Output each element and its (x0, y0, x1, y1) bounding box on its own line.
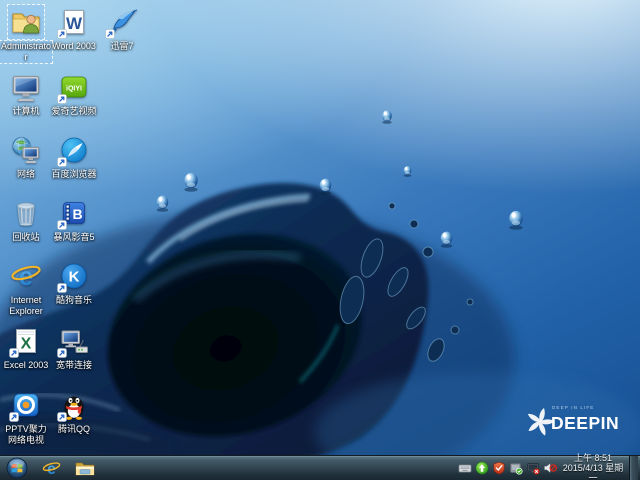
shortcut-arrow-icon (9, 348, 19, 358)
desktop-icon-baidu-browser[interactable]: 百度浏览器 (48, 133, 100, 180)
taskbar-clock[interactable]: 上午 8:51 2015/4/13 星期一 (560, 453, 626, 480)
volume-muted-icon[interactable] (543, 461, 557, 475)
desktop-icon-kugou[interactable]: K 酷狗音乐 (48, 259, 100, 306)
network-error-icon[interactable] (526, 461, 540, 475)
desktop-icon-label: 计算机 (12, 106, 40, 116)
shortcut-arrow-icon (57, 29, 67, 39)
windows-explorer-folder-icon (75, 462, 95, 475)
clock-time: 上午 8:51 (573, 453, 613, 463)
desktop-icon-pptv[interactable]: PPTV聚力 网络电视 (0, 388, 52, 446)
desktop-icon-internet-explorer[interactable]: e Internet Explorer (0, 259, 52, 317)
svg-text:B: B (72, 206, 82, 222)
green-updater-ball-icon[interactable] (475, 461, 489, 475)
shortcut-arrow-icon (57, 220, 67, 230)
desktop-icon-label: 回收站 (12, 232, 40, 242)
desktop-icon-label: 宽带连接 (55, 360, 92, 370)
desktop-icon-baofeng[interactable]: B 暴风影音5 (48, 196, 100, 243)
desktop-icon-label: 暴风影音5 (53, 232, 95, 242)
computer-monitor-icon (13, 76, 39, 102)
desktop-icon-label: PPTV聚力 网络电视 (5, 424, 47, 445)
desktop-icon-label: 迅雷7 (110, 41, 134, 51)
desktop-icon-label: 腾讯QQ (57, 424, 90, 434)
svg-text:X: X (21, 336, 32, 353)
deepin-brand: DEEPIN (551, 413, 619, 433)
desktop-icon-computer[interactable]: 计算机 (0, 70, 52, 117)
start-button[interactable] (0, 456, 34, 480)
desktop-icon-iqiyi[interactable]: iQIYI 爱奇艺视频 (48, 70, 100, 117)
taskbar-ie-button[interactable]: e (34, 456, 68, 480)
desktop-icon-label: 百度浏览器 (51, 169, 97, 179)
internet-explorer-icon: e (11, 261, 41, 291)
shortcut-arrow-icon (105, 29, 115, 39)
desktop-icon-label: Administrator (0, 40, 53, 64)
show-desktop-button[interactable] (629, 455, 638, 480)
desktop-icon-tencent-qq[interactable]: 腾讯QQ (48, 388, 100, 435)
shortcut-arrow-icon (57, 412, 67, 422)
desktop-icon-recycle-bin[interactable]: 回收站 (0, 196, 52, 243)
desktop-icon-administrator[interactable]: Administrator (0, 4, 53, 64)
windows-start-orb-icon (6, 457, 28, 479)
desktop-icon-broadband[interactable]: 宽带连接 (48, 324, 100, 371)
desktop-icon-network[interactable]: 网络 (0, 133, 52, 180)
svg-text:W: W (66, 14, 83, 33)
shortcut-arrow-icon (57, 157, 67, 167)
deepin-tagline: DEEP IN LIFE (552, 405, 594, 410)
recycle-bin-icon (17, 202, 35, 226)
desktop-screen: DEEP IN LIFE DEEPIN Administrator W Word… (0, 0, 640, 480)
desktop-icon-label: Internet Explorer (9, 295, 43, 316)
shortcut-arrow-icon (57, 283, 67, 293)
desktop-icon-label: 爱奇艺视频 (51, 106, 97, 116)
desktop-icon-xunlei7[interactable]: 迅雷7 (96, 5, 148, 52)
security-shield-icon[interactable] (492, 461, 506, 475)
network-globe-icon (12, 137, 39, 164)
input-language-keyboard-icon[interactable] (458, 461, 472, 475)
taskbar-explorer-button[interactable] (68, 456, 102, 480)
safety-check-badge-icon[interactable] (509, 461, 523, 475)
desktop-icon-label: 酷狗音乐 (55, 295, 92, 305)
desktop-icon-word-2003[interactable]: W Word 2003 (48, 5, 100, 52)
internet-explorer-icon: e (42, 460, 60, 477)
desktop-icon-label: 网络 (16, 169, 35, 179)
svg-text:K: K (69, 269, 80, 286)
desktop-icon-label: Excel 2003 (3, 360, 49, 370)
svg-text:iQIYI: iQIYI (66, 86, 82, 93)
clock-date: 2015/4/13 星期一 (562, 463, 624, 480)
shortcut-arrow-icon (57, 94, 67, 104)
desktop-icon-excel-2003[interactable]: X Excel 2003 (0, 324, 52, 371)
shortcut-arrow-icon (9, 412, 19, 422)
system-tray: 上午 8:51 2015/4/13 星期一 (458, 453, 640, 480)
desktop-icon-label: Word 2003 (52, 41, 96, 51)
shortcut-arrow-icon (57, 348, 67, 358)
user-folder-icon (12, 13, 40, 34)
taskbar: e 上午 8:51 2015/4/13 星期一 (0, 453, 640, 480)
water-droplet (382, 110, 392, 124)
